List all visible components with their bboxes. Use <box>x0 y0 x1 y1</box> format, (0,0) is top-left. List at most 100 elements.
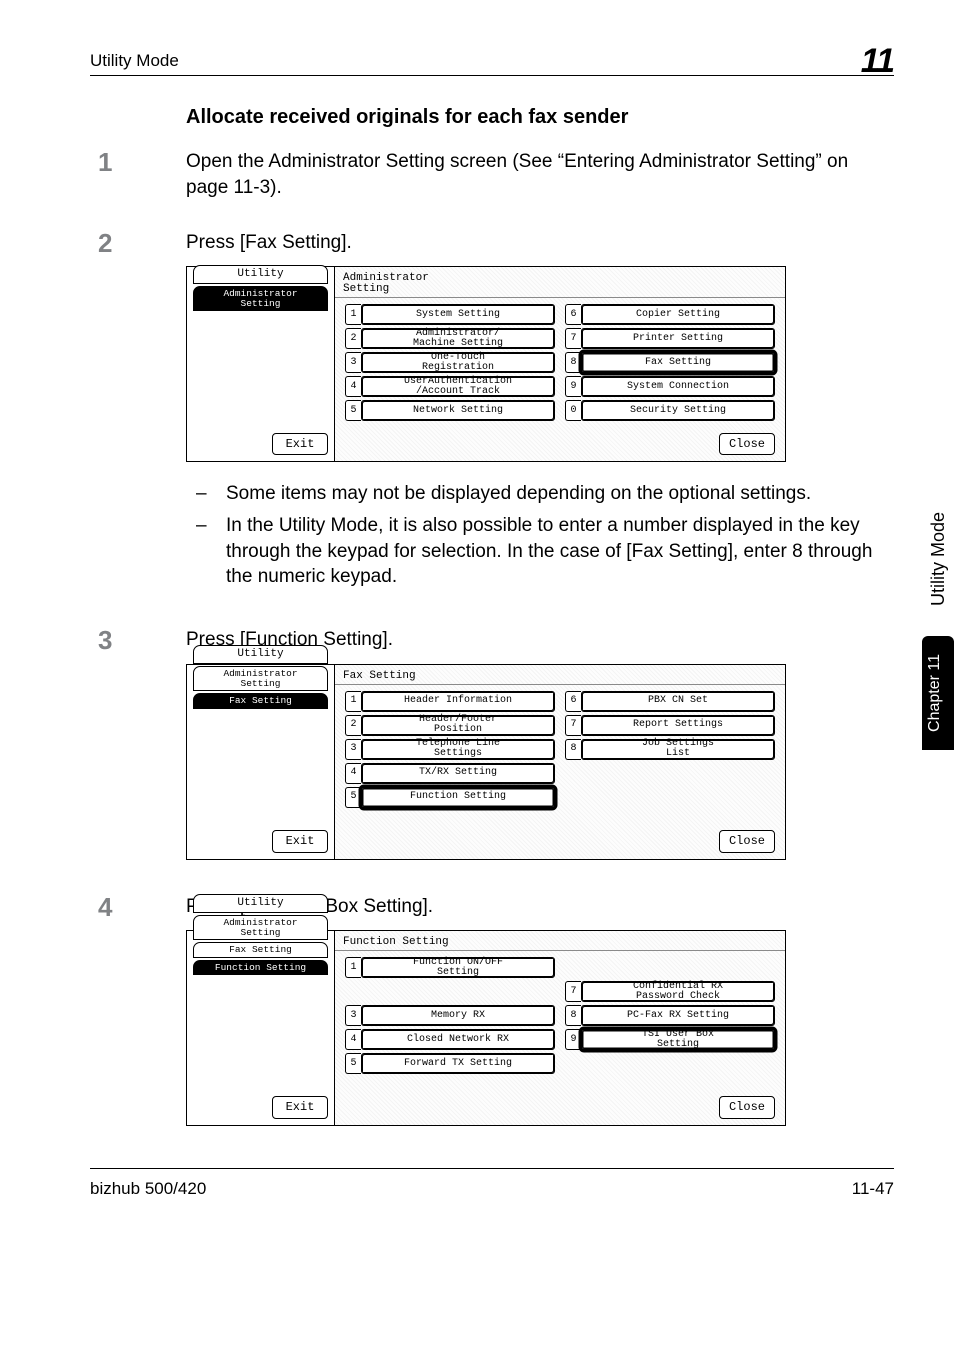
menu-button-label: Closed Network RX <box>361 1029 555 1050</box>
menu-button-label: Header Information <box>361 691 555 712</box>
menu-button-label: System Connection <box>581 376 775 397</box>
footer-product: bizhub 500/420 <box>90 1179 206 1199</box>
menu-button-number: 3 <box>345 352 361 373</box>
close-button[interactable]: Close <box>719 830 775 853</box>
breadcrumb-tab[interactable]: Utility <box>193 265 328 284</box>
lcd-panel-title: Function Setting <box>335 931 785 951</box>
menu-button-number: 8 <box>565 739 581 760</box>
step-number: 1 <box>90 149 186 175</box>
menu-button[interactable]: 7Printer Setting <box>565 328 775 349</box>
menu-button[interactable]: 9System Connection <box>565 376 775 397</box>
thumb-chapter: Chapter 11 <box>922 636 954 750</box>
menu-button[interactable]: 8Fax Setting <box>565 352 775 373</box>
menu-button-label: Confidential RX Password Check <box>581 981 775 1002</box>
exit-button[interactable]: Exit <box>272 830 328 853</box>
menu-button-number: 1 <box>345 957 361 978</box>
menu-button-label: Printer Setting <box>581 328 775 349</box>
menu-button-label: Copier Setting <box>581 304 775 325</box>
close-button[interactable]: Close <box>719 433 775 456</box>
menu-button-label: UserAuthentication /Account Track <box>361 376 555 397</box>
menu-button[interactable]: 8Job Settings List <box>565 739 775 760</box>
running-head-title: Utility Mode <box>90 51 179 71</box>
menu-button[interactable]: 4UserAuthentication /Account Track <box>345 376 555 397</box>
menu-button-label: One-Touch Registration <box>361 352 555 373</box>
menu-button-number: 4 <box>345 763 361 784</box>
breadcrumb-tab[interactable]: Utility <box>193 645 328 664</box>
menu-button[interactable]: 1System Setting <box>345 304 555 325</box>
menu-button-label: Header/Footer Position <box>361 715 555 736</box>
menu-button[interactable]: 4TX/RX Setting <box>345 763 555 784</box>
step-text: Open the Administrator Setting screen (S… <box>186 149 894 202</box>
section-title: Allocate received originals for each fax… <box>186 106 894 129</box>
footer-page-number: 11-47 <box>852 1179 894 1199</box>
menu-button-label: Memory RX <box>361 1005 555 1026</box>
breadcrumb-tab[interactable]: Administrator Setting <box>193 286 328 311</box>
thumb-section: Utility Mode <box>922 500 954 636</box>
step-number: 4 <box>90 894 186 920</box>
menu-button[interactable]: 8PC-Fax RX Setting <box>565 1005 775 1026</box>
menu-button[interactable]: 1Function ON/OFF Setting <box>345 957 555 978</box>
close-button[interactable]: Close <box>719 1096 775 1119</box>
menu-button[interactable]: 2Header/Footer Position <box>345 715 555 736</box>
menu-button[interactable]: 1Header Information <box>345 691 555 712</box>
menu-button-label: Forward TX Setting <box>361 1053 555 1074</box>
menu-button-number: 1 <box>345 304 361 325</box>
menu-button[interactable]: 9TSI User Box Setting <box>565 1029 775 1050</box>
breadcrumb-tab[interactable]: Fax Setting <box>193 693 328 709</box>
menu-button-number: 1 <box>345 691 361 712</box>
breadcrumb-tab[interactable]: Utility <box>193 894 328 913</box>
step-number: 2 <box>90 230 186 256</box>
menu-button-number: 8 <box>565 352 581 373</box>
menu-button[interactable]: 5Network Setting <box>345 400 555 421</box>
lcd-panel-title: Fax Setting <box>335 665 785 685</box>
step-text: Press [Fax Setting]. <box>186 230 894 257</box>
menu-button[interactable]: 5Function Setting <box>345 787 555 808</box>
menu-button-number: 9 <box>565 1029 581 1050</box>
menu-button-label: Fax Setting <box>581 352 775 373</box>
menu-button-label: Network Setting <box>361 400 555 421</box>
breadcrumb-tab[interactable]: Administrator Setting <box>193 915 328 940</box>
note-item: Some items may not be displayed dependin… <box>186 481 894 507</box>
thumb-index: Utility Mode Chapter 11 <box>922 500 954 860</box>
menu-button[interactable]: 3Memory RX <box>345 1005 555 1026</box>
menu-button-number: 5 <box>345 400 361 421</box>
breadcrumb-tab[interactable]: Fax Setting <box>193 942 328 958</box>
menu-button-number: 5 <box>345 1053 361 1074</box>
breadcrumb-tab[interactable]: Administrator Setting <box>193 666 328 691</box>
menu-button-label: Job Settings List <box>581 739 775 760</box>
menu-button-label: TSI User Box Setting <box>581 1029 775 1050</box>
note-item: In the Utility Mode, it is also possible… <box>186 513 894 590</box>
chapter-number-badge: 11 <box>861 46 894 77</box>
menu-button-label: TX/RX Setting <box>361 763 555 784</box>
menu-button-number: 4 <box>345 1029 361 1050</box>
menu-button[interactable]: 4Closed Network RX <box>345 1029 555 1050</box>
menu-button[interactable]: 2Administrator/ Machine Setting <box>345 328 555 349</box>
menu-button[interactable]: 6PBX CN Set <box>565 691 775 712</box>
menu-button-number: 2 <box>345 328 361 349</box>
lcd-screenshot-1: Utility Administrator Setting Exit Admini… <box>186 266 786 462</box>
menu-button-number: 7 <box>565 328 581 349</box>
menu-button-number: 6 <box>565 691 581 712</box>
menu-button[interactable]: 0Security Setting <box>565 400 775 421</box>
step-number: 3 <box>90 627 186 653</box>
exit-button[interactable]: Exit <box>272 1096 328 1119</box>
menu-button-label: PC-Fax RX Setting <box>581 1005 775 1026</box>
menu-button-number: 2 <box>345 715 361 736</box>
menu-button[interactable]: 3Telephone Line Settings <box>345 739 555 760</box>
menu-button-label: Function Setting <box>361 787 555 808</box>
menu-button-number: 8 <box>565 1005 581 1026</box>
menu-button[interactable]: 5Forward TX Setting <box>345 1053 555 1074</box>
menu-button[interactable]: 7Confidential RX Password Check <box>565 981 775 1002</box>
menu-button-number: 9 <box>565 376 581 397</box>
menu-button[interactable]: 3One-Touch Registration <box>345 352 555 373</box>
menu-button[interactable]: 7Report Settings <box>565 715 775 736</box>
lcd-screenshot-2: UtilityAdministrator SettingFax Setting … <box>186 664 786 860</box>
menu-button-label: Administrator/ Machine Setting <box>361 328 555 349</box>
menu-button[interactable]: 6Copier Setting <box>565 304 775 325</box>
menu-button-number: 7 <box>565 715 581 736</box>
menu-button-number: 5 <box>345 787 361 808</box>
menu-button-label: Telephone Line Settings <box>361 739 555 760</box>
menu-button-number: 0 <box>565 400 581 421</box>
exit-button[interactable]: Exit <box>272 433 328 456</box>
breadcrumb-tab[interactable]: Function Setting <box>193 960 328 976</box>
